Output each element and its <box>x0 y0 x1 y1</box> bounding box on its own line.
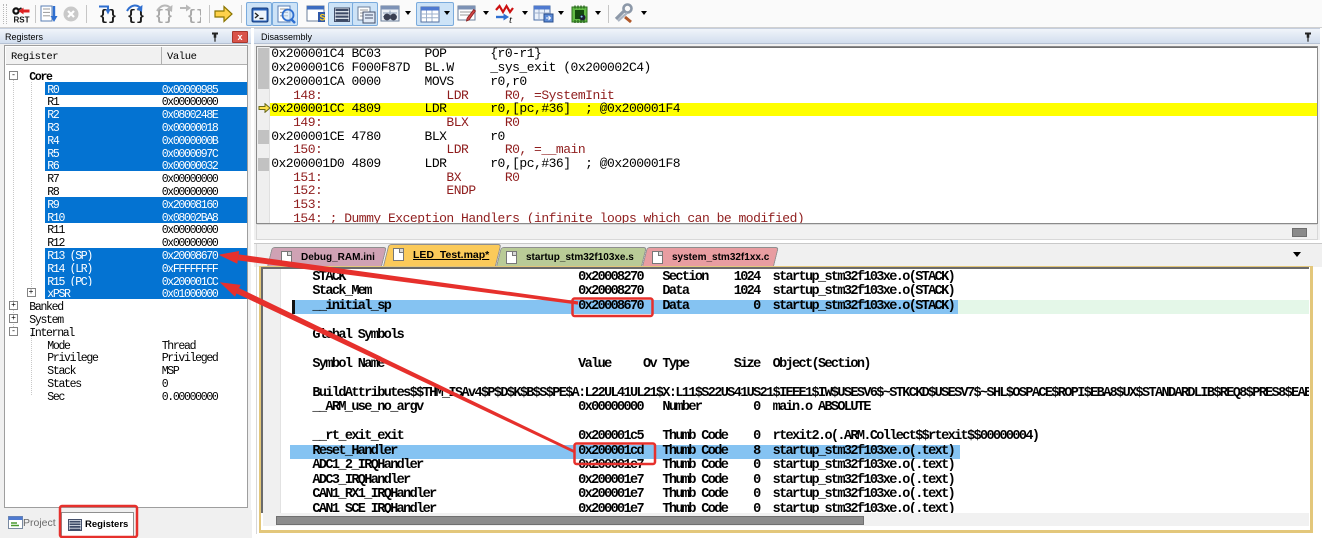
svg-text:t: t <box>509 14 513 25</box>
svg-text:{}: {} <box>187 8 201 25</box>
svg-text:{}: {} <box>127 8 145 25</box>
svg-text:S: S <box>320 13 326 23</box>
svg-text:RST: RST <box>14 16 30 25</box>
